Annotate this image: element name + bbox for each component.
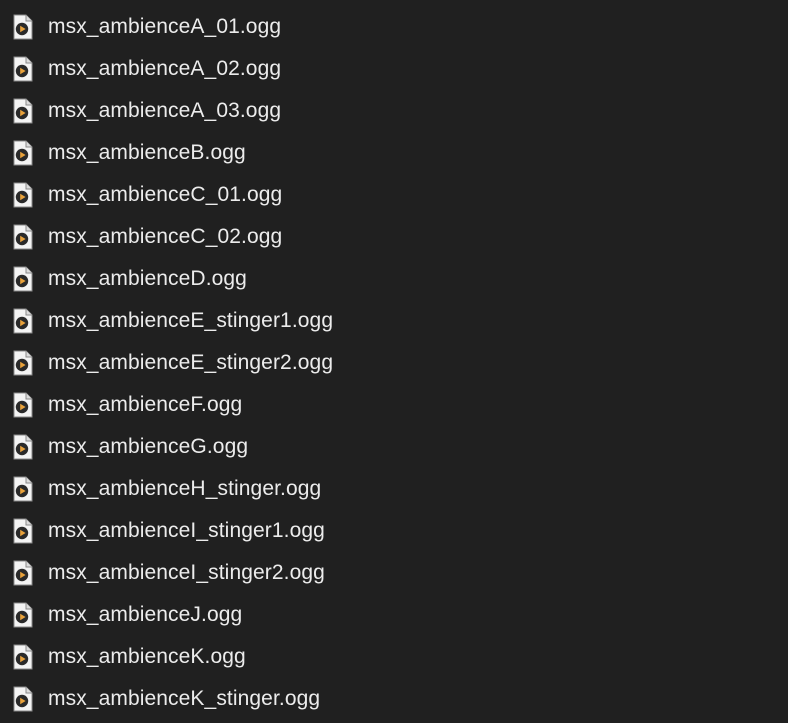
audio-file-play-icon: [13, 266, 33, 292]
audio-file-play-icon: [13, 56, 33, 82]
file-name: msx_ambienceA_01.ogg: [48, 15, 282, 38]
file-row[interactable]: msx_ambienceA_02.ogg: [0, 48, 788, 90]
file-row[interactable]: msx_ambienceA_03.ogg: [0, 90, 788, 132]
audio-file-play-icon: [13, 140, 33, 166]
file-row[interactable]: msx_ambienceE_stinger2.ogg: [0, 342, 788, 384]
file-list: msx_ambienceA_01.ogg msx_ambienceA_02.og…: [0, 0, 788, 723]
audio-file-play-icon: [13, 182, 33, 208]
file-name: msx_ambienceI_stinger2.ogg: [48, 561, 325, 584]
file-name: msx_ambienceI_stinger1.ogg: [48, 519, 325, 542]
file-name: msx_ambienceE_stinger2.ogg: [48, 351, 334, 374]
audio-file-play-icon: [13, 434, 33, 460]
file-name: msx_ambienceD.ogg: [48, 267, 247, 290]
file-row[interactable]: msx_ambienceH_stinger.ogg: [0, 468, 788, 510]
file-name: msx_ambienceK_stinger.ogg: [48, 687, 321, 710]
file-row[interactable]: msx_ambienceI_stinger2.ogg: [0, 552, 788, 594]
file-name: msx_ambienceC_02.ogg: [48, 225, 283, 248]
file-row[interactable]: msx_ambienceB.ogg: [0, 132, 788, 174]
file-row[interactable]: msx_ambienceJ.ogg: [0, 594, 788, 636]
audio-file-play-icon: [13, 308, 33, 334]
file-name: msx_ambienceG.ogg: [48, 435, 249, 458]
file-name: msx_ambienceA_02.ogg: [48, 57, 282, 80]
file-name: msx_ambienceB.ogg: [48, 141, 246, 164]
file-row[interactable]: msx_ambienceC_01.ogg: [0, 174, 788, 216]
audio-file-play-icon: [13, 518, 33, 544]
audio-file-play-icon: [13, 224, 33, 250]
audio-file-play-icon: [13, 644, 33, 670]
file-row[interactable]: msx_ambienceG.ogg: [0, 426, 788, 468]
audio-file-play-icon: [13, 686, 33, 712]
file-row[interactable]: msx_ambienceA_01.ogg: [0, 6, 788, 48]
audio-file-play-icon: [13, 98, 33, 124]
audio-file-play-icon: [13, 14, 33, 40]
file-name: msx_ambienceH_stinger.ogg: [48, 477, 322, 500]
audio-file-play-icon: [13, 602, 33, 628]
file-name: msx_ambienceJ.ogg: [48, 603, 243, 626]
file-row[interactable]: msx_ambienceK.ogg: [0, 636, 788, 678]
file-row[interactable]: msx_ambienceC_02.ogg: [0, 216, 788, 258]
audio-file-play-icon: [13, 392, 33, 418]
audio-file-play-icon: [13, 560, 33, 586]
file-name: msx_ambienceE_stinger1.ogg: [48, 309, 334, 332]
file-name: msx_ambienceA_03.ogg: [48, 99, 282, 122]
file-row[interactable]: msx_ambienceF.ogg: [0, 384, 788, 426]
file-name: msx_ambienceF.ogg: [48, 393, 243, 416]
file-row[interactable]: msx_ambienceI_stinger1.ogg: [0, 510, 788, 552]
audio-file-play-icon: [13, 350, 33, 376]
file-row[interactable]: msx_ambienceE_stinger1.ogg: [0, 300, 788, 342]
file-name: msx_ambienceC_01.ogg: [48, 183, 283, 206]
file-row[interactable]: msx_ambienceD.ogg: [0, 258, 788, 300]
file-name: msx_ambienceK.ogg: [48, 645, 246, 668]
file-row[interactable]: msx_ambienceK_stinger.ogg: [0, 678, 788, 720]
audio-file-play-icon: [13, 476, 33, 502]
